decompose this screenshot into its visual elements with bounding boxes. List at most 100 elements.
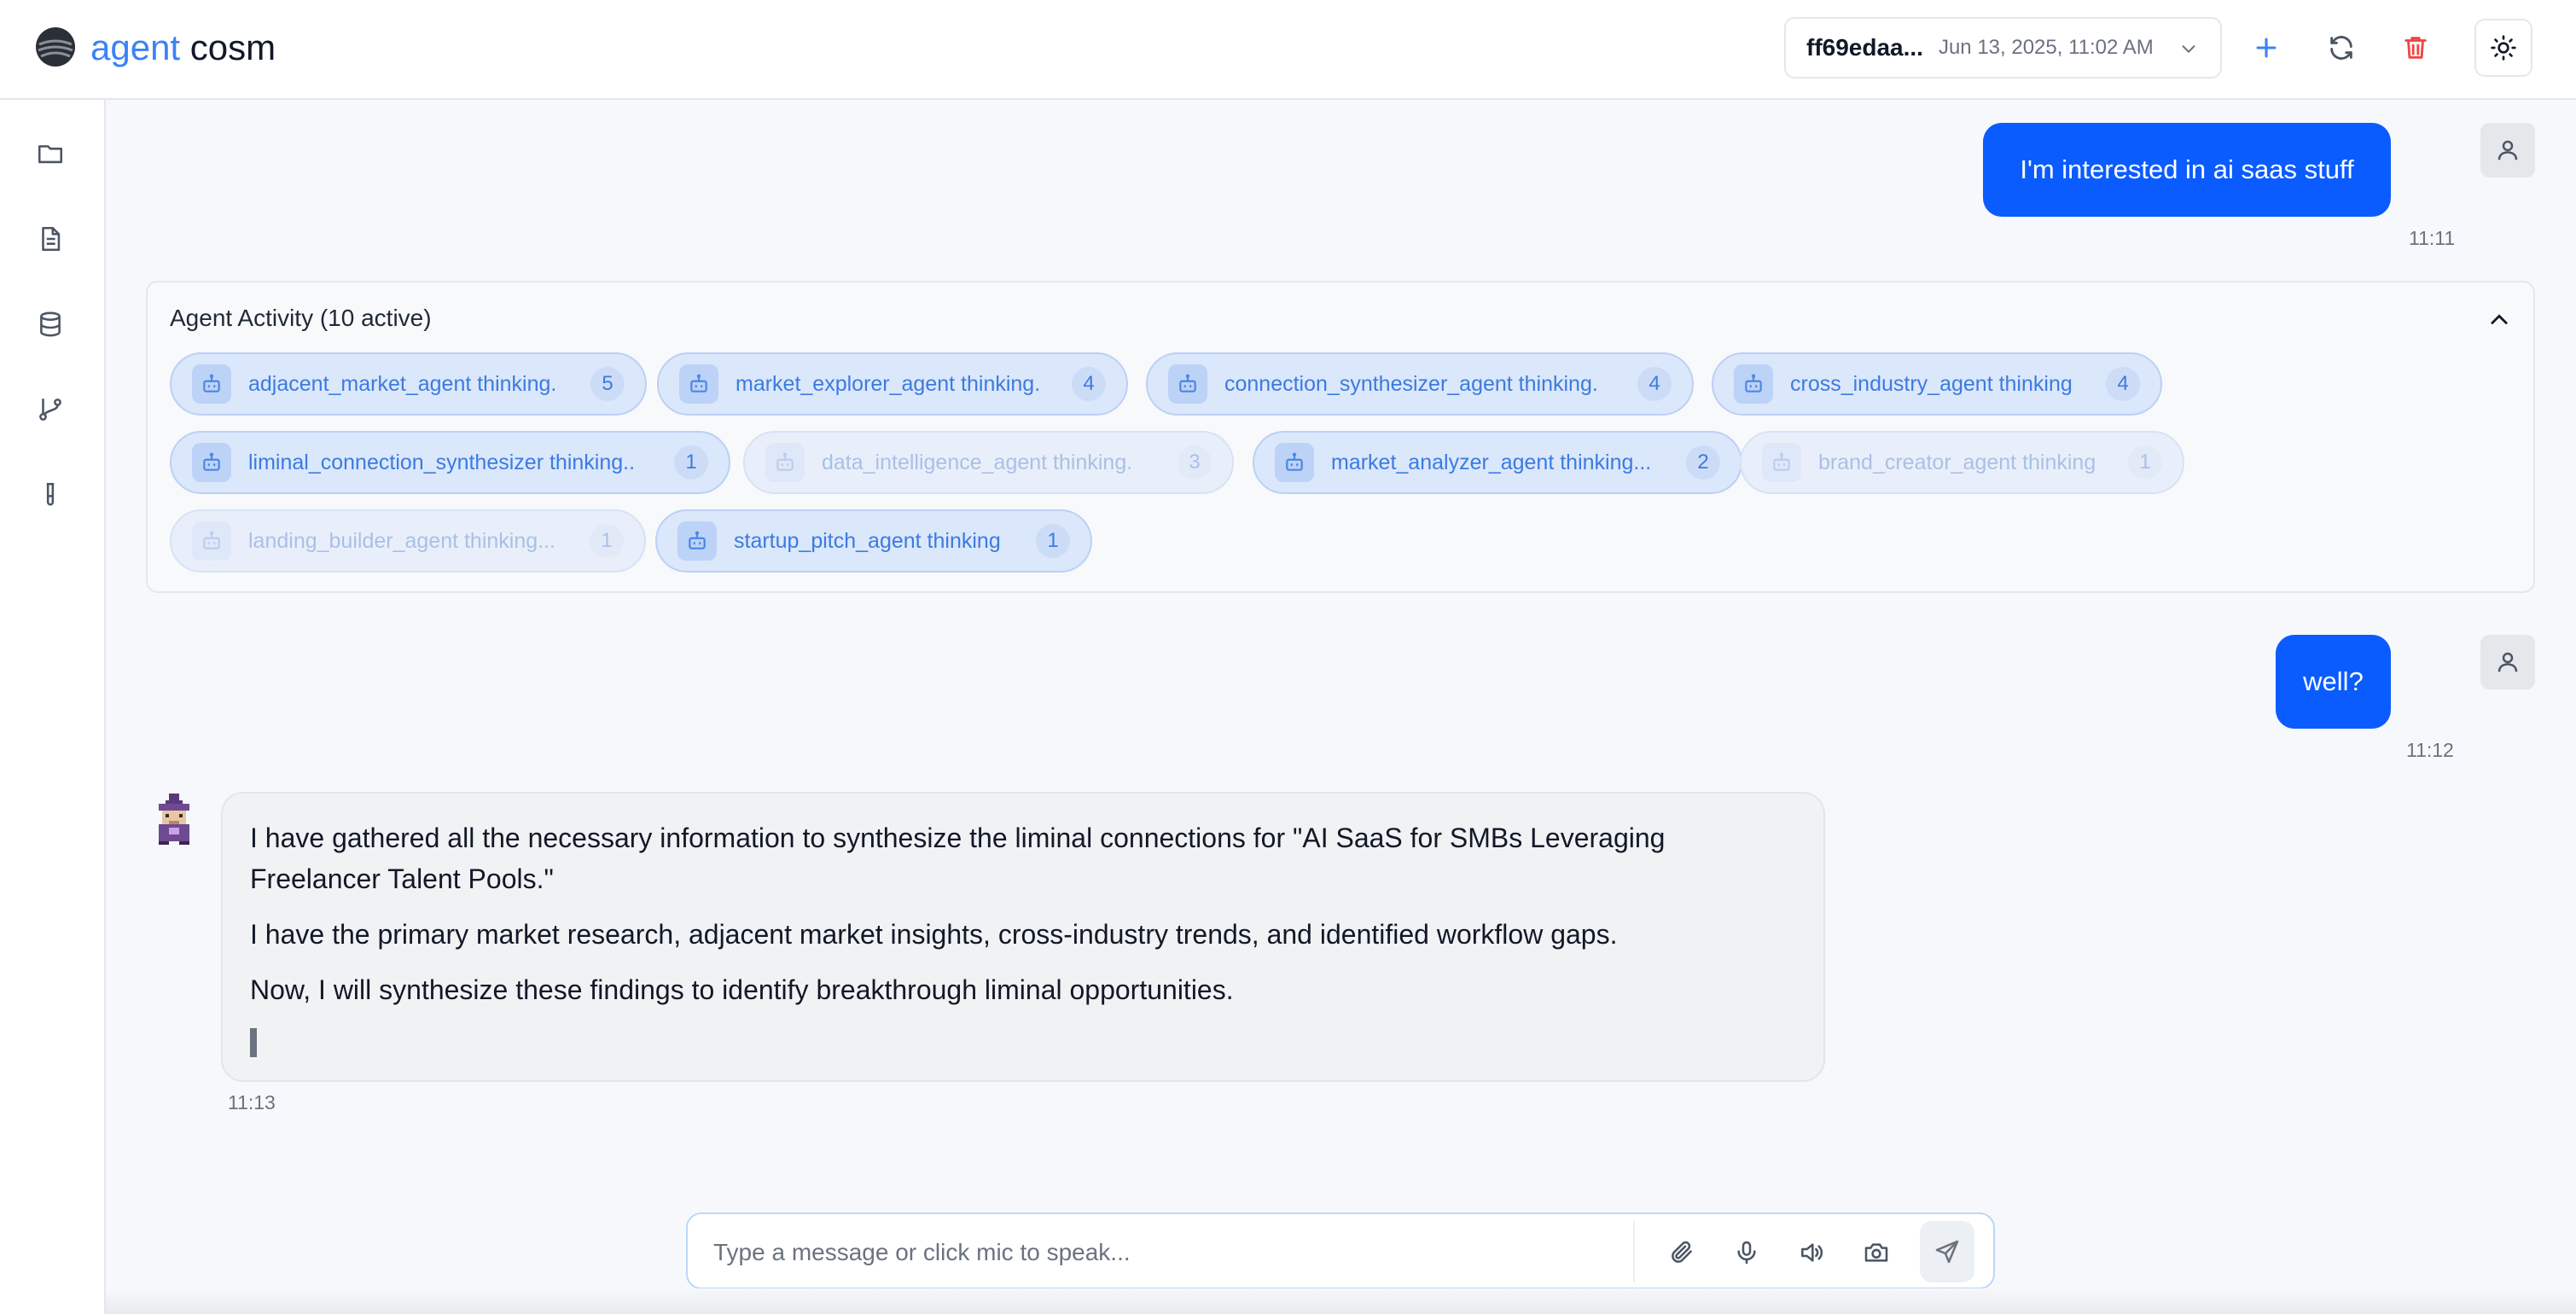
chevron-up-icon [2491,314,2508,324]
sidebar-item-documents[interactable] [32,221,68,257]
message-input[interactable] [713,1231,1618,1274]
sidebar-item-tests[interactable] [32,477,68,513]
assistant-avatar-icon [159,794,189,845]
message-timestamp: 11:11 [2409,227,2456,249]
robot-icon [1275,443,1314,482]
agent-activity-count: 1 [674,445,708,480]
agent-activity-title: Agent Activity (10 active) [170,305,432,331]
session-id: ff69edaa... [1806,34,1923,61]
plus-icon [2256,38,2277,58]
agent-activity-count: 1 [1036,524,1070,558]
agent-activity-count: 5 [590,367,625,401]
attach-button[interactable] [1660,1231,1703,1274]
theme-toggle-button[interactable] [2474,19,2532,77]
robot-icon [192,443,231,482]
sidebar [0,100,106,1314]
agent-activity-label: startup_pitch_agent thinking [734,528,1001,553]
user-message-bubble: well? [2276,635,2391,729]
paperclip-icon [1672,1241,1692,1263]
sun-icon [2491,35,2516,61]
document-icon [42,226,61,252]
refresh-icon [2330,36,2352,60]
delete-session-button[interactable] [2387,19,2445,77]
user-message-bubble: I'm interested in ai saas stuff [1983,123,2391,217]
collapse-panel-button[interactable] [2487,308,2511,336]
typing-cursor [250,1028,257,1057]
git-branch-icon [39,398,61,421]
agent-activity-label: market_explorer_agent thinking. [736,371,1041,396]
speaker-button[interactable] [1790,1231,1833,1274]
app-brand: agent cosm [90,24,276,72]
robot-icon [1168,364,1207,404]
message-timestamp: 11:13 [228,1091,276,1113]
user-avatar [2480,123,2535,177]
user-icon [2497,652,2518,672]
agent-activity-chip[interactable]: adjacent_market_agent thinking. 5 [170,352,647,416]
message-timestamp: 11:12 [2406,739,2454,761]
agent-activity-count: 4 [2106,367,2140,401]
database-icon [40,311,61,337]
agent-activity-chip[interactable]: brand_creator_agent thinking 1 [1740,431,2184,494]
agent-activity-chip[interactable]: cross_industry_agent thinking 4 [1712,352,2162,416]
robot-icon [765,443,805,482]
robot-icon [1734,364,1773,404]
brand-part-agent: agent [90,27,181,67]
agent-activity-panel: Agent Activity (10 active) adjacent_mark… [146,281,2535,593]
sidebar-item-branches[interactable] [32,392,68,427]
agent-activity-chip[interactable]: startup_pitch_agent thinking 1 [655,509,1092,573]
agent-activity-count: 1 [590,524,624,558]
microphone-icon [1737,1241,1756,1265]
robot-icon [192,364,231,404]
agent-activity-label: brand_creator_agent thinking [1818,450,2096,474]
agent-activity-count: 4 [1637,367,1672,401]
sidebar-item-files[interactable] [32,136,68,172]
chevron-down-icon [2182,45,2195,54]
robot-icon [679,364,718,404]
trash-icon [2404,37,2427,59]
camera-button[interactable] [1855,1231,1898,1274]
brand-part-cosm: cosm [189,27,276,67]
composer-divider [1633,1221,1635,1282]
agent-activity-label: connection_synthesizer_agent thinking. [1224,371,1598,396]
agent-activity-chip[interactable]: market_analyzer_agent thinking... 2 [1253,431,1742,494]
robot-icon [192,521,231,561]
speaker-icon [1801,1243,1823,1262]
folder-icon [38,145,63,164]
agent-activity-chip[interactable]: landing_builder_agent thinking... 1 [170,509,646,573]
sidebar-item-database[interactable] [32,306,68,342]
assistant-paragraph: Now, I will synthesize these findings to… [250,974,1234,1005]
logo-icon [36,27,75,67]
message-composer [686,1212,1995,1289]
agent-activity-label: cross_industry_agent thinking [1790,371,2073,396]
agent-activity-label: liminal_connection_synthesizer thinking.… [248,450,636,474]
agent-activity-chip[interactable]: liminal_connection_synthesizer thinking.… [170,431,730,494]
new-session-button[interactable] [2237,19,2295,77]
test-tube-icon [46,482,55,506]
agent-activity-chip[interactable]: connection_synthesizer_agent thinking. 4 [1146,352,1694,416]
agent-activity-count: 4 [1072,367,1106,401]
robot-icon [1762,443,1801,482]
bottom-shadow [106,1288,2576,1314]
send-icon [1935,1240,1959,1264]
robot-icon [677,521,717,561]
agent-activity-count: 1 [2128,445,2162,480]
agent-activity-count: 3 [1178,445,1212,480]
agent-activity-label: adjacent_market_agent thinking. [248,371,557,396]
agent-activity-count: 2 [1686,445,1720,480]
top-bar: agent cosm ff69edaa... Jun 13, 2025, 11:… [0,0,2576,100]
send-button[interactable] [1920,1221,1974,1282]
assistant-paragraph: I have the primary market research, adja… [250,919,1618,950]
agent-activity-label: market_analyzer_agent thinking... [1331,450,1652,474]
session-date: Jun 13, 2025, 11:02 AM [1938,36,2154,59]
user-avatar [2480,635,2535,689]
camera-icon [1864,1243,1888,1262]
session-selector[interactable]: ff69edaa... Jun 13, 2025, 11:02 AM [1784,17,2222,78]
agent-activity-chip[interactable]: data_intelligence_agent thinking. 3 [743,431,1234,494]
agent-activity-label: data_intelligence_agent thinking. [822,450,1133,474]
assistant-message-bubble: I have gathered all the necessary inform… [221,792,1825,1082]
agent-activity-label: landing_builder_agent thinking... [248,528,555,553]
microphone-button[interactable] [1725,1231,1768,1274]
assistant-paragraph: I have gathered all the necessary inform… [250,823,1666,894]
agent-activity-chip[interactable]: market_explorer_agent thinking. 4 [657,352,1128,416]
refresh-button[interactable] [2312,19,2370,77]
